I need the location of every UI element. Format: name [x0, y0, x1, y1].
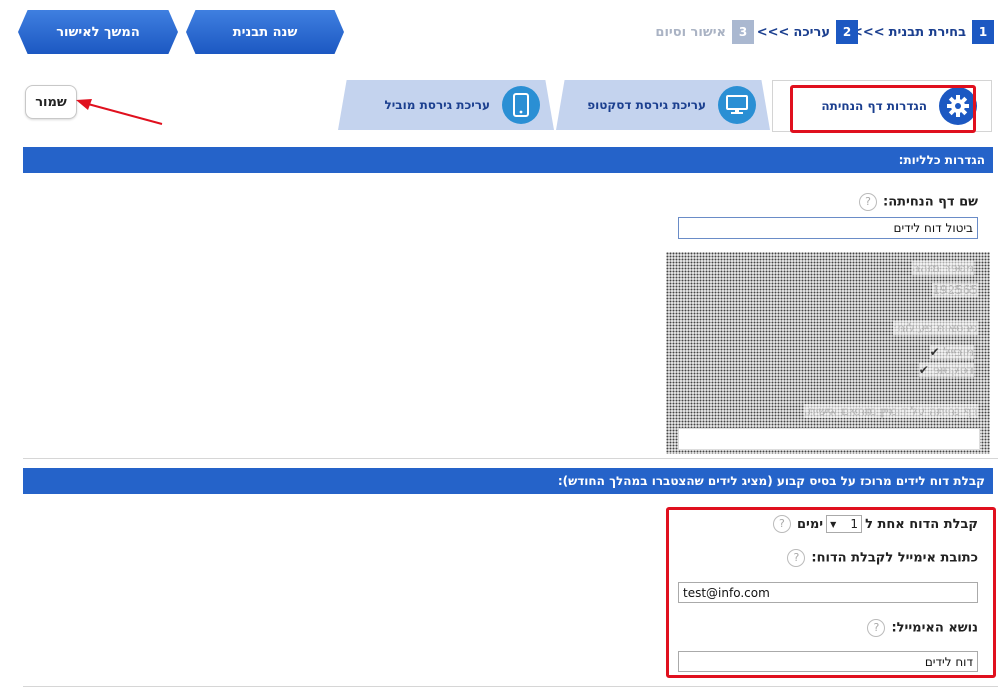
divider: [23, 686, 998, 687]
step-separator: >>>: [756, 24, 790, 40]
frequency-prefix: קבלת הדוח אחת ל: [865, 516, 978, 532]
custom-domain-input[interactable]: [678, 428, 980, 450]
check-icon: ✔: [929, 345, 940, 359]
tab-mobile-edit[interactable]: עריכת גירסת מוביל: [338, 80, 554, 130]
step-number: 3: [732, 20, 754, 44]
step-label: אישור וסיום: [655, 24, 726, 40]
version-label: דסקטופ: [932, 363, 974, 377]
page-name-label: שם דף הנחיתה:?: [859, 193, 978, 211]
frequency-suffix: ימים: [796, 516, 824, 532]
frequency-value: 1: [850, 517, 859, 531]
email-subject-input[interactable]: [678, 651, 978, 672]
annotation-arrow: [76, 99, 163, 125]
change-template-button[interactable]: שנה תבנית: [186, 10, 344, 54]
report-email-input[interactable]: [678, 582, 978, 603]
save-button[interactable]: שמור: [25, 85, 77, 119]
label-text: שם דף הנחיתה:: [883, 194, 978, 210]
email-subject-label: נושא האימייל:?: [867, 619, 978, 637]
help-icon[interactable]: ?: [787, 549, 806, 567]
frequency-select[interactable]: ▼ 1: [826, 515, 863, 533]
step-label: בחירת תבנית: [888, 24, 966, 40]
help-icon[interactable]: ?: [772, 515, 791, 533]
highlight-box-tab: [790, 85, 976, 133]
report-settings-header: קבלת דוח לידים מרוכז על בסיס קבוע (מציג …: [23, 468, 993, 494]
email-label: כתובת אימייל לקבלת הדוח:?: [787, 549, 978, 567]
tab-label: עריכת גירסת מוביל: [384, 98, 491, 112]
step-number: 2: [836, 20, 858, 44]
label-text: נושא האימייל:: [891, 620, 978, 636]
monitor-icon: [718, 86, 756, 124]
check-icon: ✔: [918, 363, 929, 377]
id-label: מספר מזהה: [911, 261, 974, 275]
version-label: מובייל: [943, 345, 974, 359]
step-number: 1: [972, 20, 994, 44]
dropdown-icon: ▼: [830, 519, 837, 529]
report-frequency-row: קבלת הדוח אחת ל ▼ 1 ימים ?: [772, 515, 978, 533]
divider: [23, 458, 998, 459]
step-choose-template: 1 בחירת תבנית >>>: [852, 20, 994, 44]
section-title: קבלת דוח לידים מרוכז על בסיס קבוע (מציג …: [557, 474, 985, 488]
step-approve-finish: 3 אישור וסיום: [655, 20, 754, 44]
tab-desktop-edit[interactable]: עריכת גירסת דסקטופ: [556, 80, 770, 130]
version-mobile: מובייל ✔: [929, 345, 974, 359]
version-desktop: דסקטופ ✔: [918, 363, 974, 377]
page-name-input[interactable]: [678, 217, 978, 239]
continue-to-approval-button[interactable]: המשך לאישור: [18, 10, 178, 54]
tab-label: עריכת גירסת דסקטופ: [587, 98, 706, 112]
step-edit: 2 עריכה >>>: [757, 20, 858, 44]
help-icon[interactable]: ?: [859, 193, 878, 211]
custom-domain-label: דף נחיתה על דומיין מותאם אישית:: [803, 404, 978, 418]
id-value: 192565: [932, 283, 978, 297]
mobile-icon: [502, 86, 540, 124]
active-versions-label: גירסאות פעילות:: [893, 321, 978, 335]
general-settings-header: הגדרות כלליות:: [23, 147, 993, 173]
help-icon[interactable]: ?: [867, 619, 886, 637]
label-text: כתובת אימייל לקבלת הדוח:: [811, 550, 978, 566]
section-title: הגדרות כלליות:: [898, 153, 985, 167]
step-label: עריכה: [793, 24, 830, 40]
